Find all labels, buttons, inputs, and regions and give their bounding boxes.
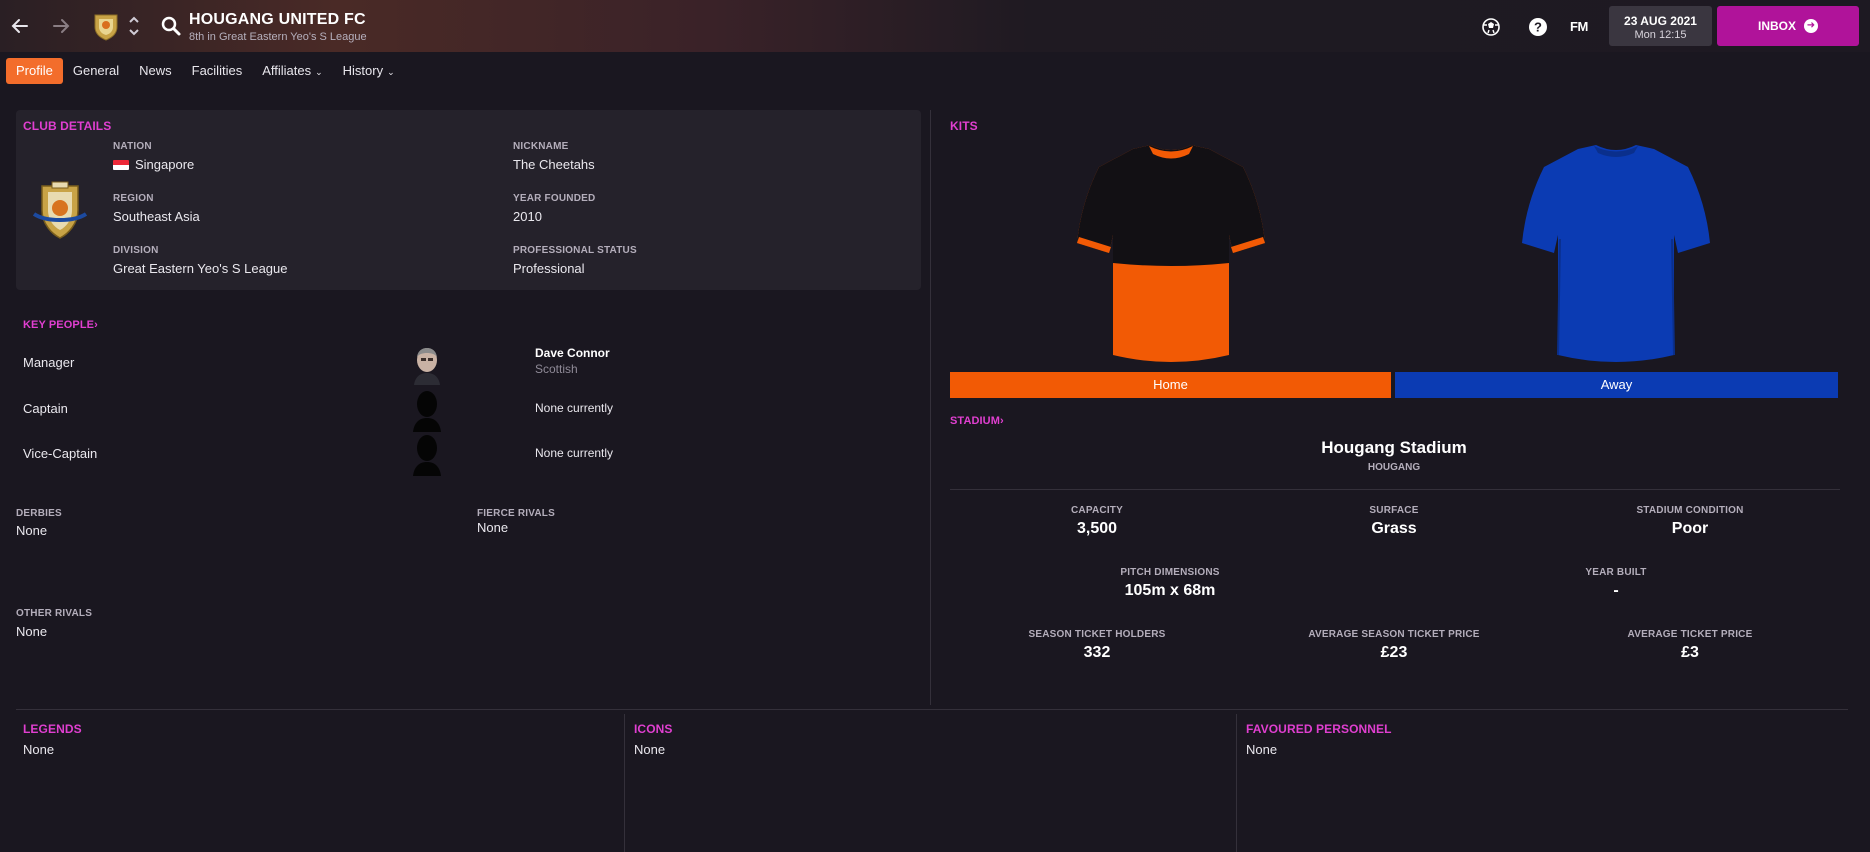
vice-captain-value: None currently [535,446,614,460]
other-rivals-value: None [16,624,48,639]
inbox-label: INBOX [1757,19,1796,33]
division-value[interactable]: Great Eastern Yeo's S League [113,261,288,276]
pitch-dimensions-stat: PITCH DIMENSIONS 105m x 68m [1120,567,1220,599]
role-vice-captain: Vice-Captain [23,446,98,461]
favoured-personnel-title: FAVOURED PERSONNEL [1246,722,1392,736]
region-value: Southeast Asia [113,209,200,224]
stadium-name: Hougang Stadium [1321,438,1467,457]
professional-status-label: PROFESSIONAL STATUS [513,245,637,256]
fierce-rivals-label: FIERCE RIVALS [477,508,555,519]
club-name: HOUGANG UNITED FC [189,11,366,28]
season-ticket-holders-stat: SEASON TICKET HOLDERS 332 [1028,629,1166,661]
stadium-divider [950,489,1840,490]
home-kit-tab[interactable]: Home [950,372,1391,398]
fm-logo[interactable]: FM [1570,19,1588,34]
captain-value: None currently [535,401,614,415]
professional-status-value: Professional [513,261,585,276]
year-built-stat: YEAR BUILT - [1585,567,1647,599]
club-crest-icon[interactable] [92,11,120,41]
tab-affiliates[interactable]: Affiliates ⌄ [252,58,332,84]
key-people-link[interactable]: KEY PEOPLE› [23,319,98,331]
manager-nationality: Scottish [535,362,578,376]
legends-title: LEGENDS [23,722,82,736]
other-rivals-label: OTHER RIVALS [16,608,93,619]
role-manager: Manager [23,355,75,370]
kits-title: KITS [950,119,978,133]
search-icon[interactable] [160,15,182,37]
nation-value[interactable]: Singapore [113,157,194,172]
chevron-updown-icon[interactable] [128,14,140,38]
chevron-right-icon: › [94,319,98,331]
year-founded-value: 2010 [513,209,542,224]
club-details-title: CLUB DETAILS [23,119,112,133]
region-label: REGION [113,193,154,204]
icons-value: None [634,742,666,757]
manager-name[interactable]: Dave Connor [535,346,610,360]
current-date: 23 AUG 2021 [1624,14,1697,28]
arrow-right-icon: ➜ [1804,19,1818,33]
current-time: Mon 12:15 [1634,29,1687,41]
captain-silhouette-avatar [410,388,444,432]
derbies-value: None [16,523,48,538]
derbies-label: DERBIES [16,508,62,519]
average-season-ticket-price-stat: AVERAGE SEASON TICKET PRICE £23 [1308,629,1480,661]
average-ticket-price-stat: AVERAGE TICKET PRICE £3 [1627,629,1753,661]
help-icon[interactable]: ? [1527,16,1549,38]
column-divider [930,110,931,705]
nation-label: NATION [113,141,152,152]
bottom-col-divider [1236,714,1237,852]
inbox-button[interactable]: INBOX ➜ [1717,6,1859,46]
singapore-flag-icon [113,160,129,170]
division-label: DIVISION [113,245,159,256]
away-kit-shirt[interactable] [1520,143,1712,372]
tab-news[interactable]: News [129,58,182,84]
stadium-town: HOUGANG [1367,462,1421,473]
bottom-divider [16,709,1848,710]
top-bar: HOUGANG UNITED FC 8th in Great Eastern Y… [0,0,1870,52]
stadium-condition-stat: STADIUM CONDITION Poor [1636,505,1744,537]
chevron-down-icon: ⌄ [315,67,323,77]
manager-avatar[interactable] [410,345,444,385]
role-captain: Captain [23,401,68,416]
legends-value: None [23,742,55,757]
capacity-stat: CAPACITY 3,500 [1071,505,1123,537]
stadium-link[interactable]: STADIUM› [950,415,1004,427]
nickname-value: The Cheetahs [513,157,595,172]
vice-captain-silhouette-avatar [410,432,444,476]
home-kit-shirt[interactable] [1075,143,1267,372]
forward-arrow-icon[interactable] [48,13,74,39]
sub-navigation-tabs: Profile General News Facilities Affiliat… [6,58,405,84]
year-founded-label: YEAR FOUNDED [513,193,596,204]
back-arrow-icon[interactable] [7,13,33,39]
club-crest-icon [28,180,92,242]
date-continue-box[interactable]: 23 AUG 2021 Mon 12:15 [1609,6,1712,46]
fierce-rivals-value: None [477,520,509,535]
bottom-col-divider [624,714,625,852]
away-kit-tab[interactable]: Away [1395,372,1838,398]
chevron-right-icon: › [1000,415,1004,427]
football-icon[interactable] [1480,16,1502,38]
icons-title: ICONS [634,722,673,736]
club-league-position[interactable]: 8th in Great Eastern Yeo's S League [189,31,367,43]
tab-facilities[interactable]: Facilities [182,58,253,84]
surface-stat: SURFACE Grass [1369,505,1419,537]
chevron-down-icon: ⌄ [387,67,395,77]
tab-history[interactable]: History ⌄ [333,58,405,84]
tab-profile[interactable]: Profile [6,58,63,84]
nickname-label: NICKNAME [513,141,569,152]
tab-general[interactable]: General [63,58,129,84]
favoured-personnel-value: None [1246,742,1278,757]
svg-text:?: ? [1534,20,1542,35]
